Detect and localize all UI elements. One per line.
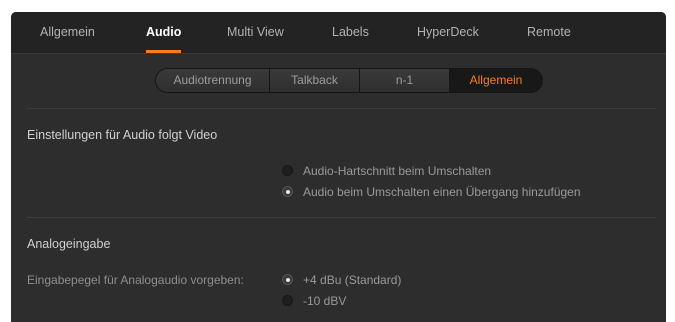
subtab-talkback[interactable]: Talkback [270, 69, 360, 92]
tab-label: Labels [332, 25, 369, 39]
radio-label: Audio beim Umschalten einen Übergang hin… [303, 185, 581, 199]
subtab-label: Audiotrennung [173, 73, 252, 87]
subtab-audiotrennung[interactable]: Audiotrennung [156, 69, 270, 92]
tab-labels[interactable]: Labels [332, 12, 369, 53]
tab-allgemein[interactable]: Allgemein [40, 12, 95, 53]
tab-hyperdeck[interactable]: HyperDeck [417, 12, 479, 53]
subtab-label: Talkback [291, 73, 338, 87]
radio-button[interactable] [282, 165, 293, 176]
analog-level-label: Eingabepegel für Analogaudio vorgeben: [27, 273, 244, 287]
radio-button-selected[interactable] [282, 274, 293, 285]
settings-window: Allgemein Audio Multi View Labels HyperD… [11, 12, 666, 322]
tab-multi-view[interactable]: Multi View [227, 12, 284, 53]
tab-audio[interactable]: Audio [146, 12, 182, 53]
tab-label: Remote [527, 25, 571, 39]
active-tab-indicator [146, 50, 182, 53]
section-divider [27, 217, 656, 218]
subtab-label: Allgemein [469, 73, 523, 87]
radio-label: +4 dBu (Standard) [303, 273, 402, 287]
subtab-label: n-1 [395, 73, 414, 87]
audio-follow-video-heading: Einstellungen für Audio folgt Video [27, 128, 218, 142]
tab-label: HyperDeck [417, 25, 479, 39]
radio-label: -10 dBV [303, 294, 347, 308]
radio-label: Audio-Hartschnitt beim Umschalten [303, 164, 492, 178]
audio-subtab-selector: Audiotrennung Talkback n-1 Allgemein [155, 68, 543, 93]
subtab-allgemein[interactable]: Allgemein [450, 69, 542, 92]
tab-bar: Allgemein Audio Multi View Labels HyperD… [11, 12, 666, 54]
radio-button[interactable] [282, 295, 293, 306]
tab-label: Multi View [227, 25, 284, 39]
tab-label: Allgemein [40, 25, 95, 39]
subtab-n-1[interactable]: n-1 [360, 69, 450, 92]
tab-remote[interactable]: Remote [527, 12, 571, 53]
tab-label: Audio [146, 25, 182, 39]
analog-input-heading: Analogeingabe [27, 237, 111, 251]
radio-button-selected[interactable] [282, 186, 293, 197]
section-divider [27, 108, 656, 109]
